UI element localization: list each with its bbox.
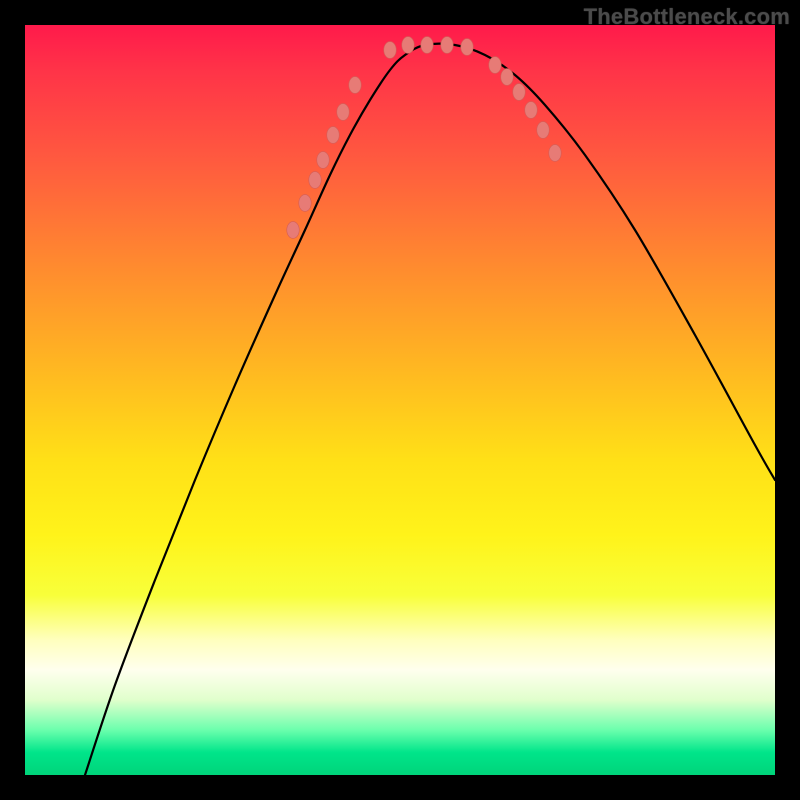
bead-marker (287, 222, 299, 239)
bead-marker (489, 57, 501, 74)
bead-marker (513, 84, 525, 101)
bead-marker (337, 104, 349, 121)
bottleneck-plot (25, 25, 775, 775)
bead-marker (441, 37, 453, 54)
bead-marker (525, 102, 537, 119)
bead-marker (299, 195, 311, 212)
bead-marker (537, 122, 549, 139)
bead-marker (549, 145, 561, 162)
bead-markers (287, 37, 561, 239)
chart-frame (25, 25, 775, 775)
watermark-text: TheBottleneck.com (584, 4, 790, 30)
bead-marker (309, 172, 321, 189)
bead-marker (402, 37, 414, 54)
bead-marker (461, 39, 473, 56)
bead-marker (384, 42, 396, 59)
bead-marker (349, 77, 361, 94)
bottleneck-curve (85, 44, 775, 775)
bead-marker (327, 127, 339, 144)
bead-marker (317, 152, 329, 169)
bead-marker (421, 37, 433, 54)
bead-marker (501, 69, 513, 86)
